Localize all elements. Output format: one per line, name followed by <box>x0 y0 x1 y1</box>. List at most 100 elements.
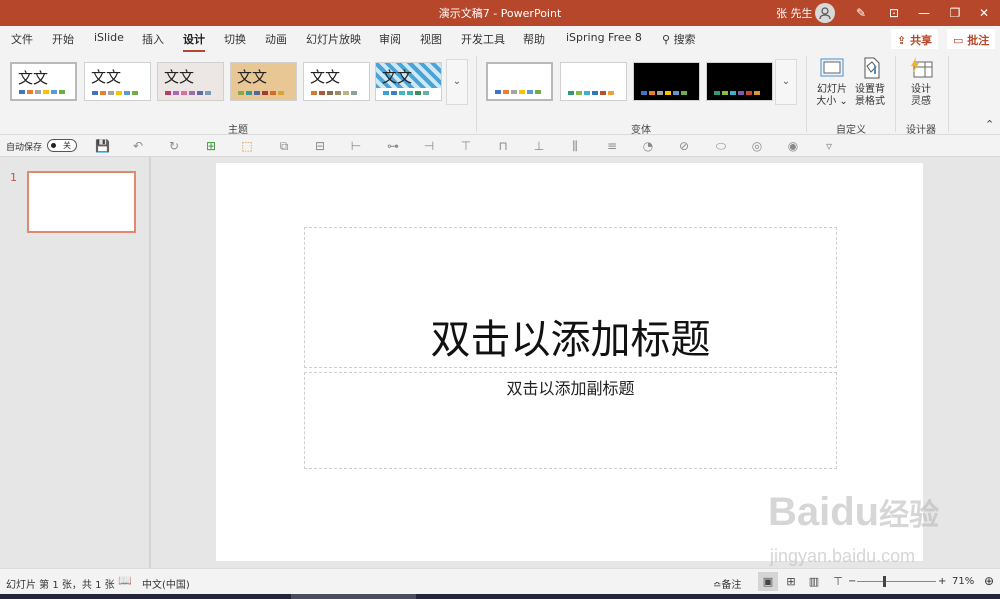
autosave-toggle[interactable]: 关 <box>47 139 77 152</box>
color-swatch <box>576 91 582 95</box>
quick-access-toolbar: 自动保存 关 💾 ↶ ↻ ⊞ ⬚ ⧉ ⊟ ⊢ ⊶ ⊣ ⊤ ⊓ ⊥ ⫼ ≡ ◔ ⊘ ⬭ ◎ ◉ ▿ <box>0 135 1000 157</box>
user-name[interactable]: 张 先生 <box>776 5 813 21</box>
undo-icon[interactable]: ↶ <box>131 139 145 153</box>
theme-thumbnail-office-theme-2[interactable]: 文文 <box>84 62 151 101</box>
color-swatch <box>681 91 687 95</box>
group-icon[interactable]: ⧉ <box>277 139 291 153</box>
align-left-icon[interactable]: ⊢ <box>349 139 363 153</box>
color-swatch <box>311 91 317 95</box>
title-placeholder[interactable]: 双击以添加标题 <box>304 227 837 368</box>
color-swatch <box>383 91 389 95</box>
restore-icon[interactable]: ❐ <box>946 4 964 22</box>
variant-thumbnail[interactable] <box>706 62 773 101</box>
ribbon-display-icon[interactable]: ⊡ <box>885 4 903 22</box>
align-right-icon[interactable]: ⊣ <box>422 139 436 153</box>
theme-thumbnail-office-theme[interactable]: 文文 <box>10 62 77 101</box>
slide-size-button[interactable]: 幻灯片 大小 ⌄ <box>815 56 849 108</box>
tab-ispring[interactable]: iSpring Free 8 <box>566 31 642 44</box>
color-swatch <box>584 91 590 95</box>
distribute-h-icon[interactable]: ⫼ <box>568 139 582 153</box>
fragment-icon[interactable]: ⬭ <box>714 139 728 153</box>
share-button[interactable]: ⇪ 共享 <box>891 29 939 49</box>
union-icon[interactable]: ◔ <box>641 139 655 153</box>
avatar-icon[interactable] <box>815 3 835 23</box>
slide-sorter-button[interactable]: ⊞ <box>781 572 801 591</box>
color-swatches <box>311 91 357 95</box>
tab-islide[interactable]: iSlide <box>94 31 124 44</box>
design-ideas-button[interactable]: 设计 灵感 <box>904 56 938 108</box>
subtitle-placeholder[interactable]: 双击以添加副标题 <box>304 372 837 469</box>
taskbar-item[interactable] <box>291 594 416 599</box>
save-icon[interactable]: 💾 <box>95 139 110 153</box>
color-swatch <box>592 91 598 95</box>
tab-help[interactable]: 帮助 <box>523 31 545 47</box>
tab-view[interactable]: 视图 <box>420 31 442 47</box>
color-swatch <box>165 91 171 95</box>
zoom-in-button[interactable]: + <box>938 576 946 587</box>
color-swatch <box>641 91 647 95</box>
collapse-ribbon-icon[interactable]: ⌃ <box>985 118 994 131</box>
tab-animations[interactable]: 动画 <box>265 31 287 47</box>
normal-view-button[interactable]: ▣ <box>758 572 778 591</box>
customize-group-label: 自定义 <box>836 125 866 136</box>
variant-thumbnail[interactable] <box>633 62 700 101</box>
themes-more-button[interactable]: ⌄ <box>446 59 468 105</box>
pen-icon[interactable]: ✎ <box>852 4 870 22</box>
zoom-out-button[interactable]: − <box>848 576 856 587</box>
slide-thumbnail[interactable] <box>27 171 136 233</box>
format-background-icon <box>864 57 880 79</box>
spellcheck-icon[interactable]: 📖 <box>118 574 132 587</box>
tab-developer[interactable]: 开发工具 <box>461 31 505 47</box>
fit-to-window-icon[interactable]: ⊕ <box>984 574 994 588</box>
zoom-slider[interactable] <box>857 581 936 582</box>
tab-file[interactable]: 文件 <box>11 31 33 47</box>
tab-slideshow[interactable]: 幻灯片放映 <box>306 31 361 47</box>
tab-home[interactable]: 开始 <box>52 31 74 47</box>
variants-more-button[interactable]: ⌄ <box>775 59 797 105</box>
reading-view-button[interactable]: ▥ <box>804 572 824 591</box>
theme-thumbnail-theme-6[interactable]: 文文 <box>375 62 442 101</box>
slideshow-button[interactable]: ⊤ <box>828 572 848 591</box>
islide-align-icon[interactable]: ⊞ <box>204 139 218 153</box>
zoom-slider-thumb[interactable] <box>882 576 886 587</box>
notes-button[interactable]: ≏备注 <box>713 576 741 591</box>
distribute-v-icon[interactable]: ≡ <box>605 139 619 153</box>
watermark-logo: Baidu经验 <box>768 490 940 534</box>
intersect-icon[interactable]: ◎ <box>750 139 764 153</box>
zoom-level[interactable]: 71% <box>952 576 974 587</box>
combine-icon[interactable]: ⊘ <box>677 139 691 153</box>
minimize-icon[interactable]: — <box>915 4 933 22</box>
color-swatches <box>568 91 614 95</box>
title-bar: 演示文稿7 - PowerPoint 张 先生 ✎ ⊡ — ❐ ✕ <box>0 0 1000 26</box>
theme-thumbnail-theme-5[interactable]: 文文 <box>303 62 370 101</box>
comments-button[interactable]: ▭ 批注 <box>947 29 996 49</box>
search-box[interactable]: ⚲ 搜索 <box>662 31 696 47</box>
format-background-button[interactable]: 设置背 景格式 <box>852 56 888 108</box>
color-swatch <box>254 91 260 95</box>
tab-insert[interactable]: 插入 <box>142 31 164 47</box>
language[interactable]: 中文(中国) <box>142 576 190 591</box>
ungroup-icon[interactable]: ⊟ <box>313 139 327 153</box>
subtitle-placeholder-text: 双击以添加副标题 <box>506 379 635 398</box>
tab-transitions[interactable]: 切换 <box>224 31 246 47</box>
subtract-icon[interactable]: ◉ <box>786 139 800 153</box>
variant-thumbnail[interactable] <box>560 62 627 101</box>
select-icon[interactable]: ⬚ <box>240 139 254 153</box>
slide-info: 幻灯片 第 1 张，共 1 张 <box>6 580 115 591</box>
customize-qat-icon[interactable]: ▿ <box>822 139 836 153</box>
align-middle-icon[interactable]: ⊓ <box>496 139 510 153</box>
align-center-icon[interactable]: ⊶ <box>386 139 400 153</box>
tab-review[interactable]: 审阅 <box>379 31 401 47</box>
color-swatches <box>19 90 65 94</box>
variant-thumbnail[interactable] <box>486 62 553 101</box>
redo-icon[interactable]: ↻ <box>167 139 181 153</box>
slides-pane: 1 <box>0 157 151 568</box>
divider <box>806 56 807 132</box>
tab-design[interactable]: 设计 <box>183 31 205 52</box>
theme-thumbnail-theme-3[interactable]: 文文 <box>157 62 224 101</box>
theme-thumbnail-theme-4[interactable]: 文文 <box>230 62 297 101</box>
align-bottom-icon[interactable]: ⊥ <box>532 139 546 153</box>
align-top-icon[interactable]: ⊤ <box>459 139 473 153</box>
color-swatches <box>238 91 284 95</box>
close-icon[interactable]: ✕ <box>975 4 993 22</box>
